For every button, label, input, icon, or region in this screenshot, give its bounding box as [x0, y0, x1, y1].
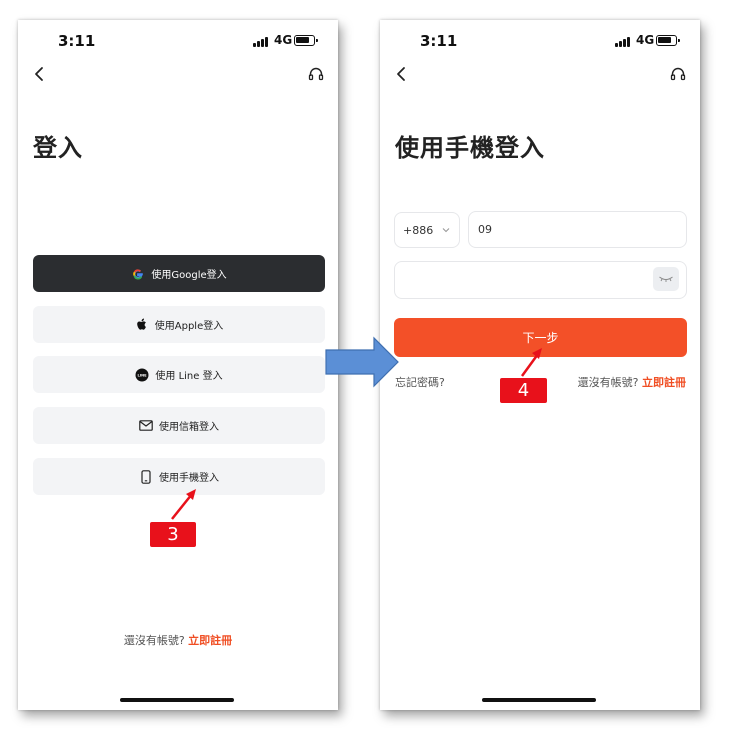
step-badge-3: 3 [150, 522, 196, 547]
step-transition-arrow [325, 336, 399, 388]
annotation-overlay [171, 336, 542, 520]
step-badge-4: 4 [500, 378, 547, 403]
pointer-arrow-4 [520, 348, 542, 377]
pointer-arrow-3 [171, 489, 196, 520]
